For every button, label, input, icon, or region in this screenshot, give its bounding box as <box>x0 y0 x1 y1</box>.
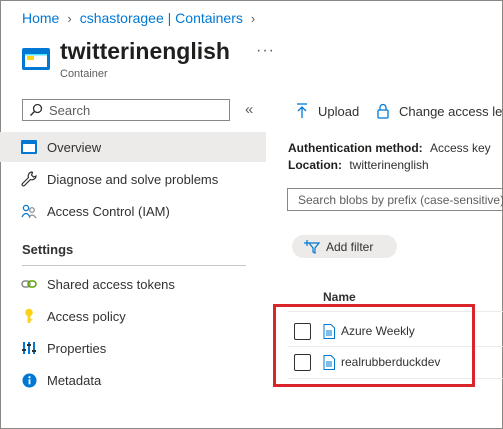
people-icon <box>21 203 37 219</box>
column-header-name[interactable]: Name <box>323 290 356 304</box>
container-icon <box>21 139 37 155</box>
sidebar-item-access-policy[interactable]: Access policy <box>0 301 266 331</box>
settings-heading: Settings <box>22 242 74 257</box>
auth-method-value[interactable]: Access key <box>430 141 491 155</box>
properties-icon <box>21 340 37 356</box>
breadcrumb-containers[interactable]: cshastoragee | Containers <box>80 10 243 26</box>
wrench-icon <box>21 171 37 187</box>
breadcrumb-home[interactable]: Home <box>22 10 59 26</box>
add-filter-label: Add filter <box>326 239 374 254</box>
chevron-right-icon: › <box>67 10 72 26</box>
sidebar-item-label: Access policy <box>47 308 126 324</box>
add-filter-button[interactable]: Add filter <box>292 235 397 258</box>
sidebar-item-label: Access Control (IAM) <box>47 203 170 219</box>
location: Location: twitterinenglish <box>288 158 429 172</box>
sidebar-search[interactable] <box>22 99 230 121</box>
upload-icon <box>297 103 307 118</box>
page-subtitle: Container <box>60 68 108 80</box>
sidebar-item-overview[interactable]: Overview <box>0 132 266 162</box>
link-icon <box>21 276 37 292</box>
blob-search-input[interactable] <box>296 191 503 208</box>
breadcrumb: Home › cshastoragee | Containers › <box>22 10 263 26</box>
search-icon <box>29 103 43 117</box>
sidebar-item-label: Diagnose and solve problems <box>47 171 219 187</box>
sidebar-item-label: Overview <box>47 139 102 155</box>
add-filter-icon <box>304 239 320 254</box>
collapse-sidebar-icon[interactable]: « <box>245 101 253 118</box>
sidebar-search-input[interactable] <box>47 101 221 119</box>
page-title: twitterinenglish <box>60 38 230 64</box>
location-value: twitterinenglish <box>349 158 429 172</box>
container-icon <box>22 48 50 70</box>
sidebar-item-label: Shared access tokens <box>47 276 175 292</box>
blob-search[interactable] <box>287 188 503 211</box>
sidebar-item-metadata[interactable]: Metadata <box>0 365 266 395</box>
upload-label: Upload <box>318 103 360 119</box>
more-options-icon[interactable]: ··· <box>256 42 275 60</box>
change-access-label: Change access lev <box>399 103 503 119</box>
sidebar-item-access-control[interactable]: Access Control (IAM) <box>0 196 266 226</box>
upload-button[interactable]: Upload <box>296 103 359 119</box>
chevron-right-icon: › <box>250 10 256 26</box>
divider <box>22 265 246 266</box>
location-label: Location: <box>288 158 342 172</box>
lock-icon <box>377 103 389 119</box>
key-icon <box>21 308 37 324</box>
auth-method-label: Authentication method: <box>288 141 423 155</box>
highlight-box <box>273 304 475 387</box>
auth-method: Authentication method: Access key <box>288 141 491 155</box>
sidebar-item-shared-access-tokens[interactable]: Shared access tokens <box>0 269 266 299</box>
info-icon <box>21 372 37 388</box>
sidebar-item-properties[interactable]: Properties <box>0 333 266 363</box>
sidebar-item-diagnose[interactable]: Diagnose and solve problems <box>0 164 266 194</box>
sidebar-item-label: Metadata <box>47 372 102 388</box>
sidebar-item-label: Properties <box>47 340 107 356</box>
change-access-level-button[interactable]: Change access lev <box>377 103 503 119</box>
